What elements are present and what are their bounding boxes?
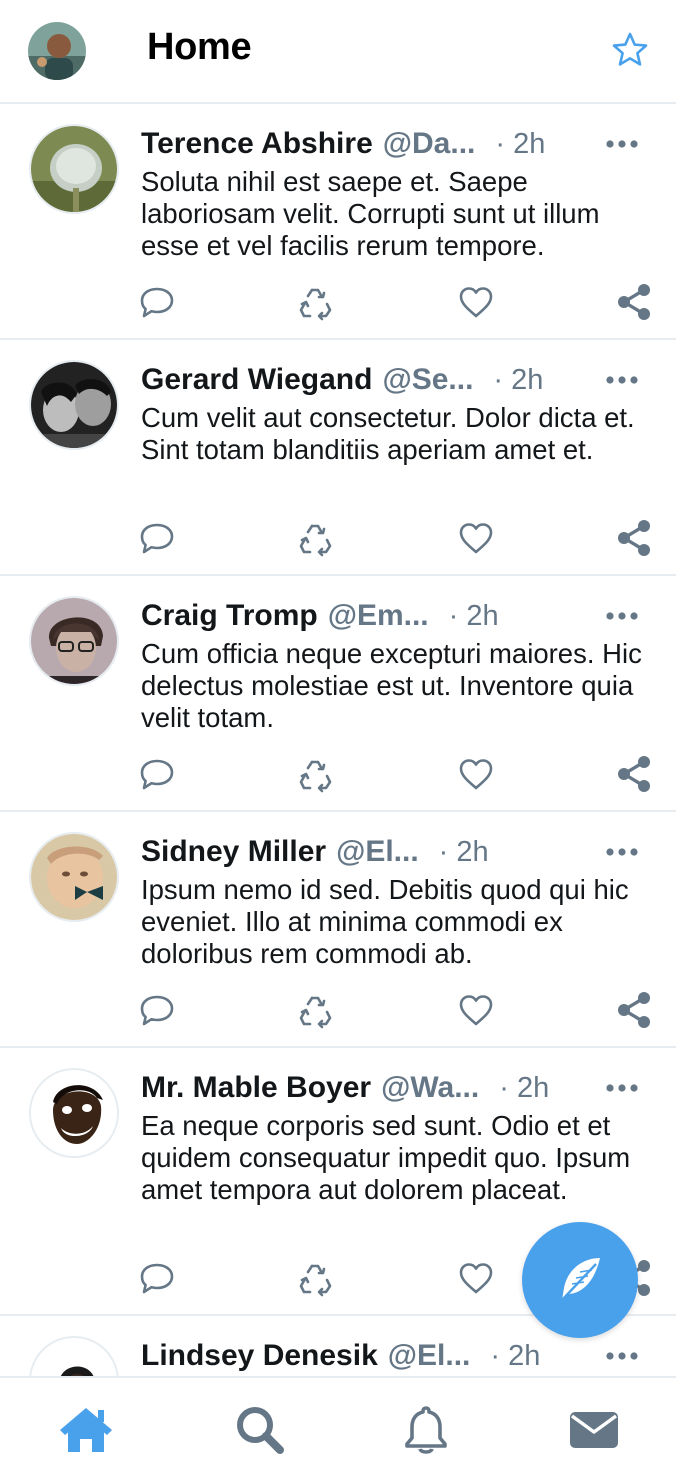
top-bar: Home (0, 0, 676, 104)
timestamp: · 2h (493, 363, 544, 396)
user-handle[interactable]: @Da... (383, 127, 476, 161)
share-icon[interactable] (615, 282, 655, 322)
display-name[interactable]: Terence Abshire (141, 127, 373, 161)
tweet-feed[interactable]: Terence Abshire @Da... · 2h Soluta nihil… (0, 104, 676, 1376)
profile-avatar[interactable] (28, 22, 86, 80)
user-avatar[interactable] (29, 124, 119, 214)
reply-icon[interactable] (137, 990, 177, 1030)
retweet-icon[interactable] (296, 1258, 336, 1298)
tweet-text: Cum velit aut consectetur. Dolor dicta e… (141, 402, 635, 465)
tweet-text: Cum officia neque excepturi maiores. Hic… (141, 638, 642, 733)
like-icon[interactable] (456, 754, 496, 794)
bell-icon[interactable] (398, 1404, 454, 1456)
retweet-icon[interactable] (296, 990, 336, 1030)
tweet-text: Soluta nihil est saepe et. Saepe laborio… (141, 166, 600, 261)
timestamp: · 2h (438, 835, 489, 868)
display-name[interactable]: Lindsey Denesik (141, 1339, 378, 1373)
user-avatar[interactable] (29, 832, 119, 922)
tweet-item[interactable]: Terence Abshire @Da... · 2h Soluta nihil… (0, 104, 676, 340)
tweet-text: Ea neque corporis sed sunt. Odio et et q… (141, 1110, 631, 1205)
retweet-icon[interactable] (296, 754, 336, 794)
more-options-icon[interactable] (604, 1342, 640, 1370)
share-icon[interactable] (615, 754, 655, 794)
user-avatar[interactable] (29, 1336, 119, 1376)
user-handle[interactable]: @El... (336, 835, 419, 869)
user-handle[interactable]: @Em... (328, 599, 429, 633)
reply-icon[interactable] (137, 754, 177, 794)
tweet-item[interactable]: Gerard Wiegand @Se... · 2h Cum velit aut… (0, 340, 676, 576)
reply-icon[interactable] (137, 282, 177, 322)
like-icon[interactable] (456, 518, 496, 558)
share-icon[interactable] (615, 518, 655, 558)
compose-tweet-button[interactable] (522, 1222, 638, 1338)
display-name[interactable]: Mr. Mable Boyer (141, 1071, 371, 1105)
like-icon[interactable] (456, 1258, 496, 1298)
user-handle[interactable]: @Se... (382, 363, 473, 397)
page-title: Home (147, 26, 252, 68)
more-options-icon[interactable] (604, 1074, 640, 1102)
reply-icon[interactable] (137, 518, 177, 558)
user-avatar[interactable] (29, 360, 119, 450)
retweet-icon[interactable] (296, 518, 336, 558)
display-name[interactable]: Craig Tromp (141, 599, 318, 633)
user-avatar[interactable] (29, 1068, 119, 1158)
tweet-item[interactable]: Craig Tromp @Em... · 2h Cum officia nequ… (0, 576, 676, 812)
display-name[interactable]: Sidney Miller (141, 835, 326, 869)
bottom-nav (0, 1376, 676, 1480)
timestamp: · 2h (499, 1071, 550, 1104)
star-icon[interactable] (610, 30, 650, 70)
user-handle[interactable]: @El... (388, 1339, 471, 1373)
retweet-icon[interactable] (296, 282, 336, 322)
timestamp: · 2h (448, 599, 499, 632)
mail-icon[interactable] (566, 1404, 622, 1456)
more-options-icon[interactable] (604, 130, 640, 158)
more-options-icon[interactable] (604, 602, 640, 630)
tweet-item[interactable]: Sidney Miller @El... · 2h Ipsum nemo id … (0, 812, 676, 1048)
share-icon[interactable] (615, 990, 655, 1030)
like-icon[interactable] (456, 282, 496, 322)
user-handle[interactable]: @Wa... (381, 1071, 479, 1105)
tweet-text: Ipsum nemo id sed. Debitis quod qui hic … (141, 874, 629, 969)
timestamp: · 2h (490, 1339, 541, 1372)
more-options-icon[interactable] (604, 838, 640, 866)
more-options-icon[interactable] (604, 366, 640, 394)
user-avatar[interactable] (29, 596, 119, 686)
reply-icon[interactable] (137, 1258, 177, 1298)
like-icon[interactable] (456, 990, 496, 1030)
search-icon[interactable] (232, 1404, 288, 1456)
home-icon[interactable] (58, 1404, 114, 1456)
timestamp: · 2h (495, 127, 546, 160)
feather-compose-icon (561, 1258, 600, 1301)
display-name[interactable]: Gerard Wiegand (141, 363, 372, 397)
